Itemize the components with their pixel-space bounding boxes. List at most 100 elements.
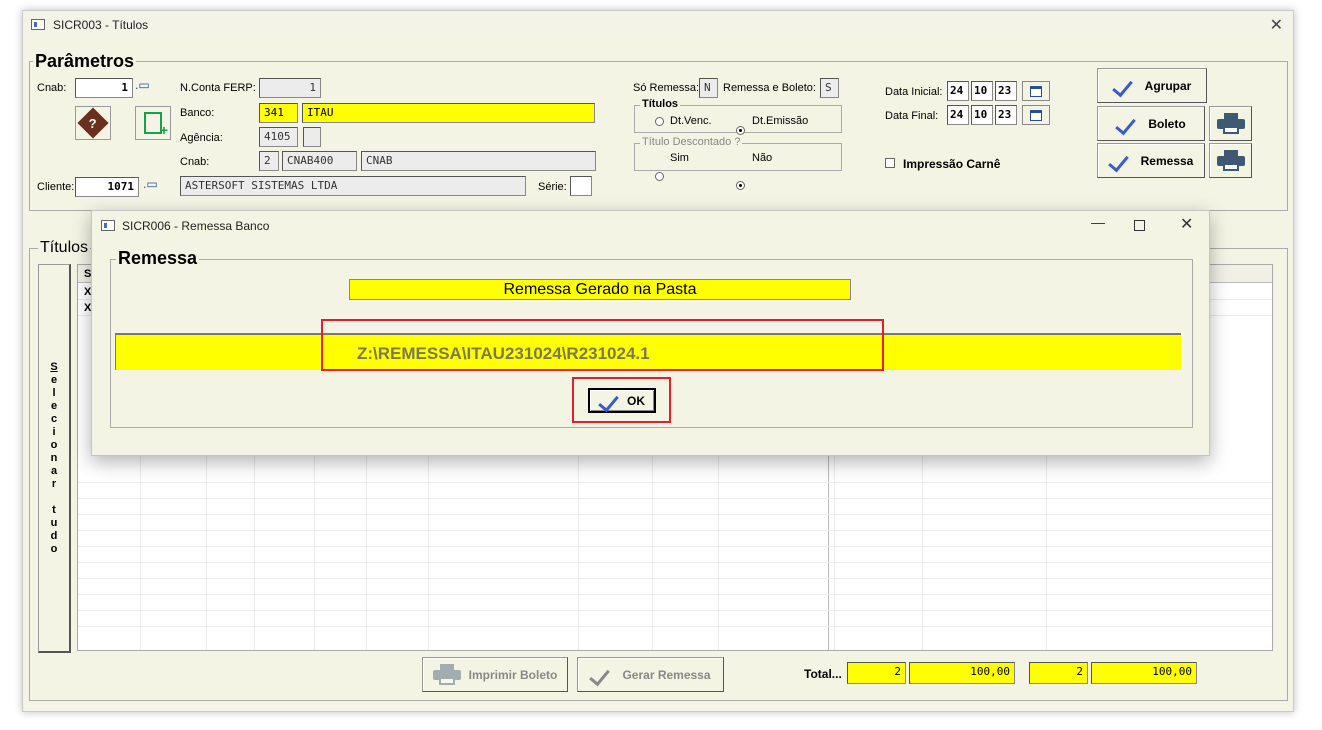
boleto-button[interactable]: Boleto bbox=[1097, 106, 1205, 141]
cnab2-layout-field: CNAB400 bbox=[282, 151, 357, 171]
dt-venc-label: Dt.Venc. bbox=[670, 115, 712, 127]
selecionar-tudo-button[interactable]: S e l e c i o n a r t u d o bbox=[38, 264, 71, 653]
ok-button[interactable]: OK bbox=[588, 388, 656, 413]
window-title: SICR003 - Títulos bbox=[53, 18, 149, 32]
gerar-remessa-button[interactable]: Gerar Remessa bbox=[577, 657, 724, 692]
data-inicial-label: Data Inicial: bbox=[885, 86, 943, 98]
banco-label: Banco: bbox=[180, 107, 215, 119]
remessa-button[interactable]: Remessa bbox=[1097, 143, 1205, 178]
agencia-dv-field bbox=[303, 127, 321, 147]
remessa-boleto-label: Remessa e Boleto: bbox=[723, 82, 816, 94]
minimize-icon[interactable]: — bbox=[1091, 214, 1105, 230]
data-inicial-year[interactable]: 23 bbox=[995, 81, 1017, 101]
cliente-label: Cliente: bbox=[37, 181, 75, 193]
sel-char: o bbox=[50, 542, 58, 555]
sel-char: e bbox=[50, 399, 58, 412]
help-button[interactable]: ? bbox=[75, 106, 111, 140]
cliente-name-field: ASTERSOFT SISTEMAS LTDA bbox=[180, 176, 526, 196]
check-icon bbox=[1113, 78, 1137, 94]
cnab-search-icon[interactable]: .▭ bbox=[135, 78, 159, 98]
dt-emissao-radio[interactable] bbox=[736, 126, 745, 135]
sel-char: t bbox=[52, 503, 56, 516]
parametros-title: Parâmetros bbox=[33, 51, 137, 72]
check-icon bbox=[599, 393, 619, 409]
sel-char: c bbox=[50, 412, 58, 425]
printer-icon bbox=[1216, 112, 1245, 135]
banco-code-field[interactable]: 341 bbox=[259, 103, 298, 123]
impressao-carne-checkbox[interactable] bbox=[885, 158, 895, 168]
sel-char: S bbox=[50, 360, 58, 373]
nao-radio[interactable] bbox=[736, 181, 745, 190]
dialog-title: SICR006 - Remessa Banco bbox=[122, 219, 270, 233]
serie-input[interactable] bbox=[570, 176, 592, 196]
help-icon: ? bbox=[77, 107, 109, 139]
check-icon bbox=[1116, 116, 1140, 132]
total1-count: 2 bbox=[847, 662, 906, 684]
sel-char: e bbox=[50, 373, 58, 386]
data-final-calendar-button[interactable] bbox=[1022, 105, 1050, 125]
imprimir-boleto-button[interactable]: Imprimir Boleto bbox=[422, 657, 568, 692]
data-inicial-day[interactable]: 24 bbox=[947, 81, 969, 101]
sel-char: n bbox=[50, 451, 58, 464]
so-remessa-field[interactable]: N bbox=[699, 78, 718, 98]
ok-label: OK bbox=[627, 393, 645, 408]
remessa-boleto-field[interactable]: S bbox=[820, 78, 839, 98]
cnab2-label: Cnab: bbox=[180, 156, 210, 168]
sel-char: a bbox=[50, 464, 58, 477]
nao-label: Não bbox=[752, 152, 773, 164]
cnab-input[interactable]: 1 bbox=[75, 78, 133, 98]
remessa-message: Remessa Gerado na Pasta bbox=[349, 279, 851, 300]
cliente-code-input[interactable]: 1071 bbox=[75, 177, 139, 197]
titulos-title: Títulos bbox=[38, 239, 91, 257]
window-icon bbox=[31, 19, 45, 30]
printer-icon bbox=[1216, 149, 1245, 172]
total-label: Total... bbox=[804, 667, 842, 681]
remessa-group-title: Remessa bbox=[116, 248, 200, 269]
print-boleto-button[interactable] bbox=[1209, 106, 1252, 141]
agrupar-label: Agrupar bbox=[1144, 78, 1192, 93]
remessa-dialog: SICR006 - Remessa Banco — ✕ Remessa Reme… bbox=[91, 210, 1210, 456]
sel-char: u bbox=[50, 516, 58, 529]
calendar-icon bbox=[1030, 109, 1042, 121]
data-inicial-calendar-button[interactable] bbox=[1022, 81, 1050, 101]
banco-name-field[interactable]: ITAU bbox=[302, 103, 595, 123]
total1-value: 100,00 bbox=[909, 662, 1015, 684]
agrupar-button[interactable]: Agrupar bbox=[1097, 68, 1207, 103]
dialog-window-icon bbox=[101, 220, 115, 231]
sel-char: d bbox=[50, 529, 58, 542]
sel-char: r bbox=[51, 477, 57, 490]
dialog-close-icon[interactable]: ✕ bbox=[1180, 214, 1193, 234]
total2-value: 100,00 bbox=[1091, 662, 1197, 684]
sel-char: o bbox=[50, 438, 58, 451]
cliente-search-icon[interactable]: .▭ bbox=[143, 177, 167, 197]
data-final-year[interactable]: 23 bbox=[995, 105, 1017, 125]
gerar-remessa-label: Gerar Remessa bbox=[622, 667, 711, 682]
data-final-label: Data Final: bbox=[885, 110, 939, 122]
printer-icon bbox=[432, 663, 461, 686]
data-inicial-month[interactable]: 10 bbox=[971, 81, 993, 101]
data-final-month[interactable]: 10 bbox=[971, 105, 993, 125]
sim-radio[interactable] bbox=[655, 172, 664, 181]
agencia-field: 4105 bbox=[259, 127, 298, 147]
impressao-carne-label: Impressão Carnê bbox=[903, 157, 1001, 171]
calendar-icon bbox=[1030, 85, 1042, 97]
titulos-filter-title: Títulos bbox=[640, 98, 681, 110]
n-conta-field: 1 bbox=[259, 78, 321, 98]
cnab-label: Cnab: bbox=[37, 82, 67, 94]
imprimir-boleto-label: Imprimir Boleto bbox=[468, 667, 558, 682]
dt-venc-radio[interactable] bbox=[655, 117, 664, 126]
serie-label: Série: bbox=[538, 181, 567, 193]
path-highlight-box bbox=[321, 319, 884, 371]
print-remessa-button[interactable] bbox=[1209, 143, 1252, 178]
dt-emissao-label: Dt.Emissão bbox=[752, 115, 809, 127]
close-icon[interactable]: ✕ bbox=[1270, 15, 1283, 35]
cnab2-name-field: CNAB bbox=[361, 151, 596, 171]
n-conta-label: N.Conta FERP: bbox=[180, 82, 256, 94]
agencia-label: Agência: bbox=[180, 132, 223, 144]
add-document-button[interactable]: + bbox=[135, 106, 171, 140]
maximize-icon[interactable] bbox=[1134, 220, 1145, 231]
check-icon bbox=[1109, 153, 1133, 169]
data-final-day[interactable]: 24 bbox=[947, 105, 969, 125]
cnab2-code-field: 2 bbox=[259, 151, 279, 171]
sel-char: l bbox=[52, 386, 56, 399]
